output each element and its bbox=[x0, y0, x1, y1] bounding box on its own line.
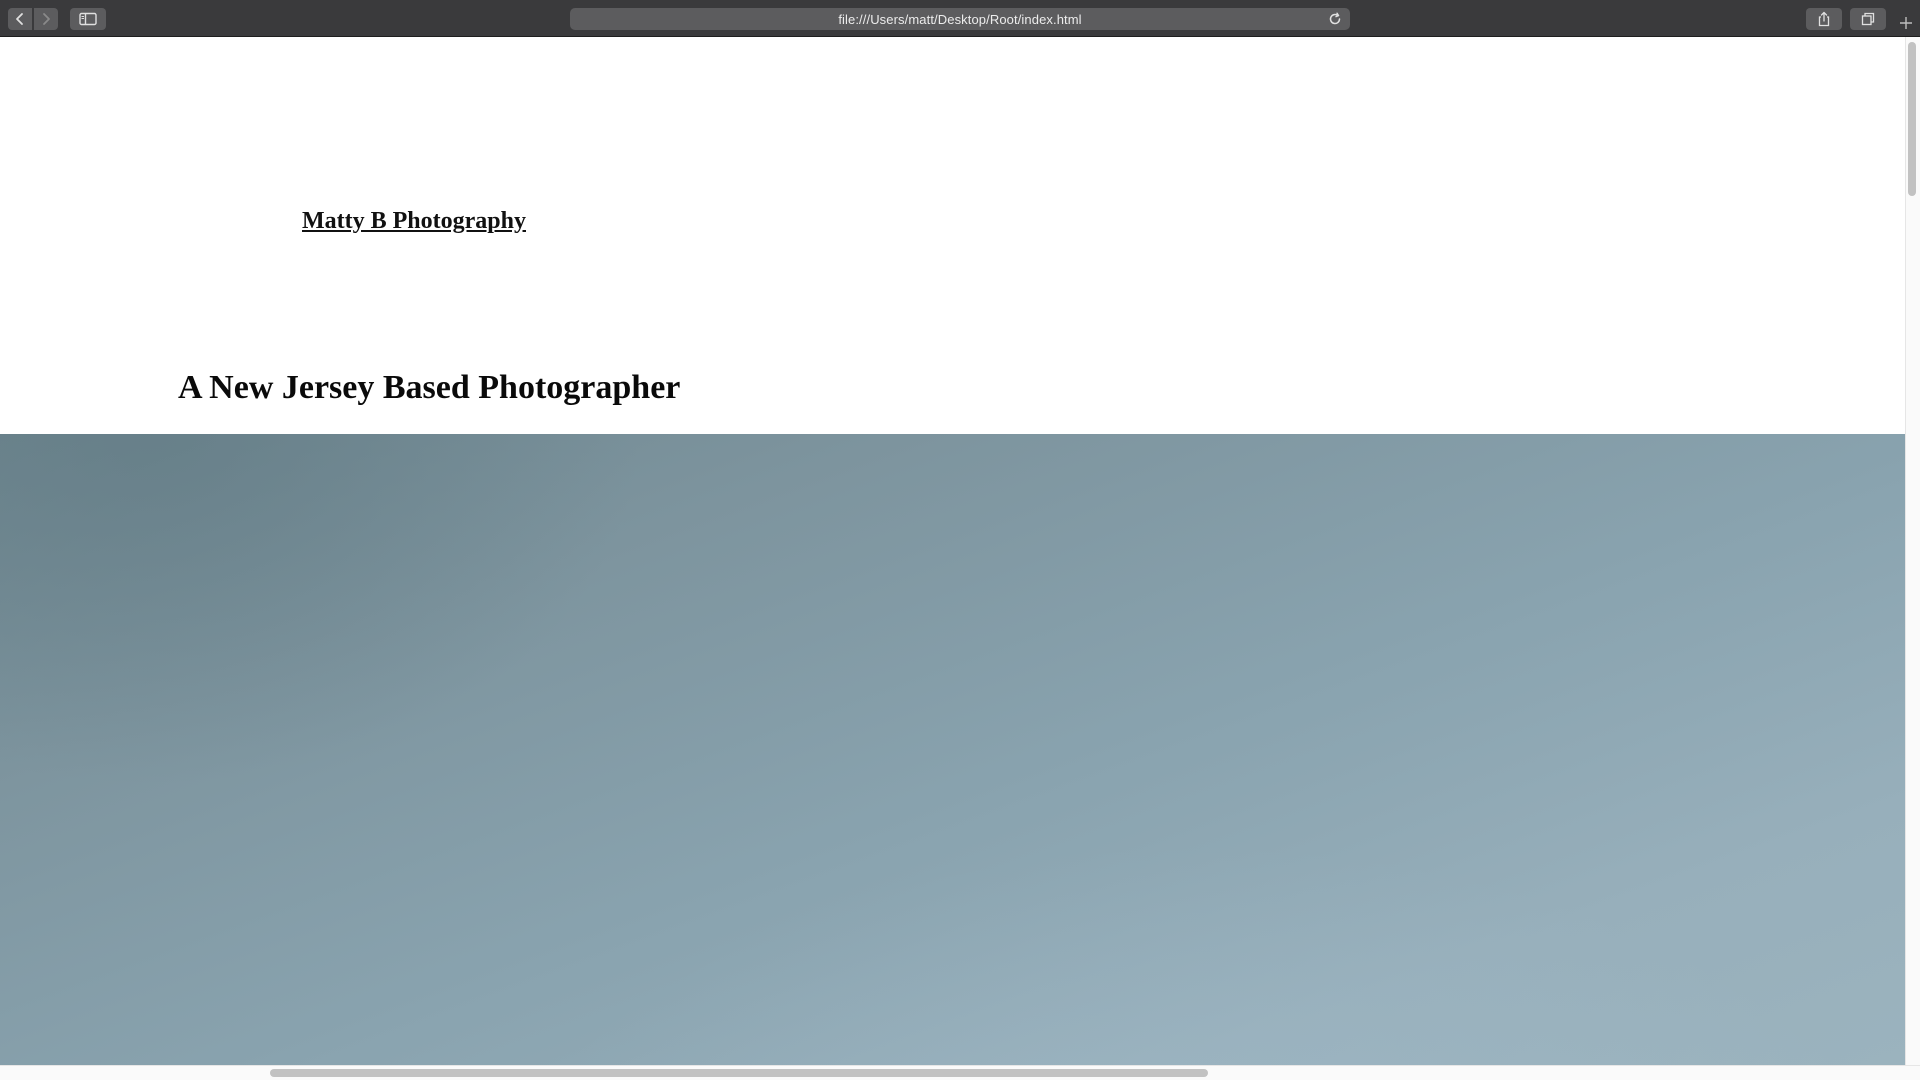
tab-overview-button[interactable] bbox=[1850, 8, 1886, 30]
browser-toolbar: file:///Users/matt/Desktop/Root/index.ht… bbox=[0, 0, 1920, 37]
address-bar[interactable]: file:///Users/matt/Desktop/Root/index.ht… bbox=[570, 8, 1350, 30]
plus-icon bbox=[1899, 16, 1913, 35]
sidebar-toggle-button[interactable] bbox=[70, 8, 106, 30]
site-title-link[interactable]: Matty B Photography bbox=[302, 208, 526, 235]
share-button[interactable] bbox=[1806, 8, 1842, 30]
chevron-right-icon bbox=[40, 12, 52, 26]
back-button[interactable] bbox=[8, 8, 32, 30]
share-icon bbox=[1817, 11, 1831, 27]
horizontal-scrollbar-thumb[interactable] bbox=[270, 1069, 1208, 1077]
forward-button[interactable] bbox=[34, 8, 58, 30]
reload-icon[interactable] bbox=[1328, 12, 1342, 26]
chevron-left-icon bbox=[14, 12, 26, 26]
tabs-overview-icon bbox=[1861, 12, 1875, 26]
vertical-scrollbar-thumb[interactable] bbox=[1908, 42, 1916, 196]
sidebar-icon bbox=[79, 12, 97, 26]
page-tagline: A New Jersey Based Photographer bbox=[178, 369, 681, 406]
address-url: file:///Users/matt/Desktop/Root/index.ht… bbox=[838, 11, 1082, 27]
new-tab-button[interactable] bbox=[1896, 14, 1916, 36]
hero-image bbox=[0, 434, 1905, 1065]
page-viewport: Matty B Photography A New Jersey Based P… bbox=[0, 37, 1905, 1065]
